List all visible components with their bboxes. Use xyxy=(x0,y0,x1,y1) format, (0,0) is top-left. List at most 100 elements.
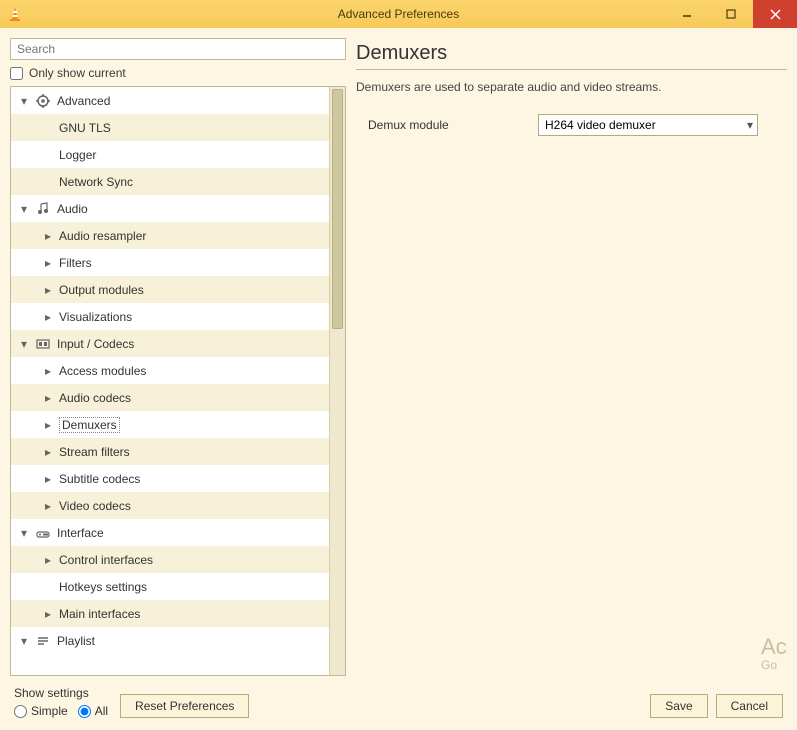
tree-label: Stream filters xyxy=(59,445,130,459)
tree-label: Video codecs xyxy=(59,499,131,513)
save-button[interactable]: Save xyxy=(650,694,707,718)
tree-node-output-modules[interactable]: ▸ Output modules xyxy=(11,276,329,303)
collapse-icon[interactable]: ▾ xyxy=(19,94,29,108)
codec-icon xyxy=(35,336,51,352)
tree-node-audio-codecs[interactable]: ▸ Audio codecs xyxy=(11,384,329,411)
show-settings-label: Show settings xyxy=(14,686,108,700)
tree-node-control-interfaces[interactable]: ▸ Control interfaces xyxy=(11,546,329,573)
close-button[interactable] xyxy=(753,0,797,28)
tree-node-playlist[interactable]: ▾ Playlist xyxy=(11,627,329,654)
expand-icon[interactable]: ▸ xyxy=(43,445,53,459)
interface-icon xyxy=(35,525,51,541)
tree-label: Output modules xyxy=(59,283,144,297)
tree-label: Interface xyxy=(57,526,104,540)
demux-module-row: Demux module H264 video demuxer ▾ xyxy=(356,114,787,136)
tree-node-video-codecs[interactable]: ▸ Video codecs xyxy=(11,492,329,519)
radio-all[interactable]: All xyxy=(78,704,108,718)
tree-label: Advanced xyxy=(57,94,110,108)
divider xyxy=(356,69,787,70)
tree-node-logger[interactable]: Logger xyxy=(11,141,329,168)
tree-node-audio[interactable]: ▾ Audio xyxy=(11,195,329,222)
window-title: Advanced Preferences xyxy=(338,7,459,21)
only-show-current-label: Only show current xyxy=(29,66,126,80)
radio-simple-input[interactable] xyxy=(14,705,27,718)
tree-label: Audio resampler xyxy=(59,229,146,243)
tree-node-gnu-tls[interactable]: GNU TLS xyxy=(11,114,329,141)
cancel-button[interactable]: Cancel xyxy=(716,694,783,718)
tree-node-demuxers[interactable]: ▸ Demuxers xyxy=(11,411,329,438)
radio-all-input[interactable] xyxy=(78,705,91,718)
bottom-bar: Show settings Simple All Reset Preferenc… xyxy=(0,680,797,730)
tree-label: Audio codecs xyxy=(59,391,131,405)
tree-node-advanced[interactable]: ▾ Advanced xyxy=(11,87,329,114)
only-show-current-checkbox[interactable]: Only show current xyxy=(10,66,346,80)
tree-scrollbar[interactable] xyxy=(329,87,345,675)
tree-label: Input / Codecs xyxy=(57,337,134,351)
expand-icon[interactable]: ▸ xyxy=(43,310,53,324)
tree-node-hotkeys-settings[interactable]: Hotkeys settings xyxy=(11,573,329,600)
tree-node-visualizations[interactable]: ▸ Visualizations xyxy=(11,303,329,330)
right-panel: Demuxers Demuxers are used to separate a… xyxy=(356,38,787,676)
titlebar: Advanced Preferences xyxy=(0,0,797,28)
show-settings-radios: Simple All xyxy=(14,704,108,718)
tree-label: Main interfaces xyxy=(59,607,140,621)
preferences-tree: ▾ Advanced GNU TLS Logger Network Sync ▾… xyxy=(10,86,346,676)
section-description: Demuxers are used to separate audio and … xyxy=(356,80,787,94)
collapse-icon[interactable]: ▾ xyxy=(19,526,29,540)
tree-node-audio-resampler[interactable]: ▸ Audio resampler xyxy=(11,222,329,249)
tree-label: Access modules xyxy=(59,364,146,378)
radio-simple[interactable]: Simple xyxy=(14,704,68,718)
maximize-button[interactable] xyxy=(709,0,753,28)
tree-label: Visualizations xyxy=(59,310,132,324)
tree-label: Audio xyxy=(57,202,88,216)
playlist-icon xyxy=(35,633,51,649)
expand-icon[interactable]: ▸ xyxy=(43,553,53,567)
tree-label: Hotkeys settings xyxy=(59,580,147,594)
tree-label: Control interfaces xyxy=(59,553,153,567)
tree-node-stream-filters[interactable]: ▸ Stream filters xyxy=(11,438,329,465)
tree-node-interface[interactable]: ▾ Interface xyxy=(11,519,329,546)
section-title: Demuxers xyxy=(356,42,787,65)
tree-label: Network Sync xyxy=(59,175,133,189)
tree-label: Logger xyxy=(59,148,96,162)
tree-list[interactable]: ▾ Advanced GNU TLS Logger Network Sync ▾… xyxy=(11,87,329,675)
tree-node-filters[interactable]: ▸ Filters xyxy=(11,249,329,276)
minimize-button[interactable] xyxy=(665,0,709,28)
demux-module-value: H264 video demuxer xyxy=(545,118,656,132)
expand-icon[interactable]: ▸ xyxy=(43,364,53,378)
collapse-icon[interactable]: ▾ xyxy=(19,634,29,648)
tree-label: Filters xyxy=(59,256,92,270)
expand-icon[interactable]: ▸ xyxy=(43,499,53,513)
only-show-current-input[interactable] xyxy=(10,67,23,80)
expand-icon[interactable]: ▸ xyxy=(43,283,53,297)
expand-icon[interactable]: ▸ xyxy=(43,472,53,486)
show-settings-group: Show settings Simple All xyxy=(14,686,108,718)
tree-node-access-modules[interactable]: ▸ Access modules xyxy=(11,357,329,384)
expand-icon[interactable]: ▸ xyxy=(43,418,53,432)
collapse-icon[interactable]: ▾ xyxy=(19,202,29,216)
expand-icon[interactable]: ▸ xyxy=(43,391,53,405)
music-note-icon xyxy=(35,201,51,217)
reset-preferences-button[interactable]: Reset Preferences xyxy=(120,694,249,718)
expand-icon[interactable]: ▸ xyxy=(43,607,53,621)
gear-icon xyxy=(35,93,51,109)
tree-node-subtitle-codecs[interactable]: ▸ Subtitle codecs xyxy=(11,465,329,492)
expand-icon[interactable]: ▸ xyxy=(43,229,53,243)
collapse-icon[interactable]: ▾ xyxy=(19,337,29,351)
demux-module-label: Demux module xyxy=(356,118,526,132)
content-area: Only show current ▾ Advanced GNU TLS Log… xyxy=(0,28,797,680)
tree-label: Playlist xyxy=(57,634,95,648)
window-buttons xyxy=(665,0,797,28)
scrollbar-thumb[interactable] xyxy=(332,89,343,329)
expand-icon[interactable]: ▸ xyxy=(43,256,53,270)
chevron-down-icon: ▾ xyxy=(747,118,753,132)
search-input[interactable] xyxy=(10,38,346,60)
tree-node-network-sync[interactable]: Network Sync xyxy=(11,168,329,195)
tree-label: Subtitle codecs xyxy=(59,472,140,486)
tree-label: GNU TLS xyxy=(59,121,111,135)
tree-node-input-codecs[interactable]: ▾ Input / Codecs xyxy=(11,330,329,357)
demux-module-combobox[interactable]: H264 video demuxer ▾ xyxy=(538,114,758,136)
tree-label: Demuxers xyxy=(59,417,120,433)
tree-node-main-interfaces[interactable]: ▸ Main interfaces xyxy=(11,600,329,627)
left-panel: Only show current ▾ Advanced GNU TLS Log… xyxy=(10,38,346,676)
